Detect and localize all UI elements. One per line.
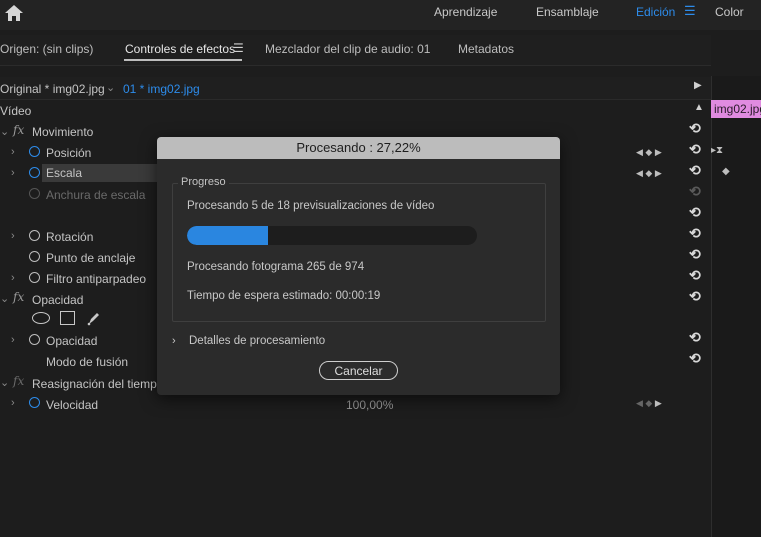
estimated-time-text: Tiempo de espera estimado: 00:00:19 [187, 290, 381, 302]
tab-metadata[interactable]: Metadatos [458, 42, 514, 56]
effect-opacidad: Opacidad [32, 293, 84, 307]
timeline-clip[interactable]: img02.jpg [711, 100, 761, 118]
stopwatch-icon[interactable] [29, 397, 40, 408]
chevron-icon[interactable]: ⌄ [0, 376, 9, 389]
stopwatch-icon[interactable] [29, 334, 40, 345]
param-posicion: Posición [46, 146, 92, 160]
param-anchura-escala: Anchura de escala [46, 188, 146, 202]
stopwatch-icon[interactable] [29, 272, 40, 283]
speed-value[interactable]: 100,00% [346, 398, 393, 412]
home-icon[interactable] [4, 4, 24, 22]
param-filtro-antiparpadeo: Filtro antiparpadeo [46, 272, 147, 286]
fx-icon[interactable]: fx [13, 290, 24, 304]
play-icon[interactable]: ▶ [694, 80, 702, 91]
effect-movimiento: Movimiento [32, 125, 94, 139]
keyframe-icon[interactable]: ◆ [722, 166, 730, 177]
reset-icon[interactable]: ⟲ [689, 288, 701, 305]
chevron-right-icon[interactable]: › [11, 272, 15, 284]
progress-group-label: Progreso [178, 176, 229, 188]
reset-icon[interactable]: ⟲ [689, 204, 701, 221]
workspace-color[interactable]: Color [715, 5, 744, 19]
video-section-label: Vídeo [0, 104, 32, 118]
reset-icon[interactable]: ⟲ [689, 225, 701, 242]
chevron-right-icon[interactable]: › [11, 167, 15, 179]
keyframe-nav-icon[interactable]: ◀ ◆ ▶ [636, 168, 662, 179]
chevron-right-icon[interactable]: › [11, 334, 15, 346]
chevron-right-icon[interactable]: › [11, 397, 15, 409]
stopwatch-icon[interactable] [29, 167, 40, 178]
workspace-edicion[interactable]: Edición [636, 5, 675, 19]
sequence-clip-label[interactable]: 01 * img02.jpg [123, 82, 200, 96]
collapse-icon[interactable]: ▲ [694, 102, 704, 113]
reset-icon[interactable]: ⟲ [689, 162, 701, 179]
frame-status-text: Procesando fotograma 265 de 974 [187, 261, 365, 273]
ellipse-mask-icon[interactable] [32, 312, 50, 324]
fx-icon: fx [13, 374, 25, 388]
param-modo-fusion: Modo de fusión [46, 355, 129, 369]
preview-status-text: Procesando 5 de 18 previsualizaciones de… [187, 200, 435, 212]
stopwatch-icon[interactable] [29, 146, 40, 157]
processing-details-toggle[interactable]: Detalles de procesamiento [189, 335, 325, 347]
pen-mask-icon[interactable] [86, 310, 102, 326]
stopwatch-icon[interactable] [29, 251, 40, 262]
reset-icon: ⟲ [689, 183, 701, 199]
progress-bar-fill [187, 226, 269, 245]
tab-audio-clip-mixer[interactable]: Mezclador del clip de audio: 01 [265, 42, 430, 56]
stopwatch-icon[interactable] [29, 230, 40, 241]
reset-icon[interactable]: ⟲ [689, 350, 701, 367]
workspace-ensamblaje[interactable]: Ensamblaje [536, 5, 599, 19]
fx-icon[interactable]: fx [13, 123, 24, 137]
param-punto-anclaje: Punto de anclaje [46, 251, 136, 265]
cancel-button[interactable]: Cancelar [319, 361, 398, 380]
master-clip-label[interactable]: Original * img02.jpg [0, 82, 105, 96]
param-rotacion: Rotación [46, 230, 94, 244]
chevron-icon[interactable]: ⌄ [0, 292, 9, 305]
reset-icon[interactable]: ⟲ [689, 267, 701, 284]
keyframe-nav-icon[interactable]: ◀ ◆ ▶ [636, 147, 662, 158]
stopwatch-icon [29, 188, 40, 199]
param-opacidad: Opacidad [46, 334, 98, 348]
reset-icon[interactable]: ⟲ [689, 120, 701, 137]
effect-reasignacion-tiempo: Reasignación del tiempo [32, 377, 164, 391]
chevron-right-icon[interactable]: › [11, 230, 15, 242]
dialog-title[interactable]: Procesando : 27,22% [157, 137, 560, 159]
workspace-aprendizaje[interactable]: Aprendizaje [434, 5, 497, 19]
chevron-right-icon[interactable]: › [11, 146, 15, 158]
active-tab-indicator [124, 59, 242, 61]
panel-menu-icon[interactable]: ☰ [233, 41, 244, 55]
rectangle-mask-icon[interactable] [60, 311, 75, 325]
chevron-right-icon[interactable]: › [172, 335, 176, 347]
reset-icon[interactable]: ⟲ [689, 141, 701, 158]
chevron-down-icon[interactable]: ⌄ [106, 81, 115, 94]
tab-effect-controls[interactable]: Controles de efectos [125, 42, 235, 56]
reset-icon[interactable]: ⟲ [689, 329, 701, 346]
param-velocidad: Velocidad [46, 398, 99, 412]
param-escala[interactable]: Escala [42, 164, 160, 182]
workspace-menu-icon[interactable]: ☰ [684, 3, 696, 19]
tab-source[interactable]: Origen: (sin clips) [0, 42, 93, 56]
playhead-icon[interactable]: ▸⧗ [711, 145, 723, 156]
progress-bar [187, 226, 477, 245]
keyframe-nav-icon[interactable]: ◀ ◆ ▶ [636, 398, 662, 409]
chevron-icon[interactable]: ⌄ [0, 125, 9, 138]
reset-icon[interactable]: ⟲ [689, 246, 701, 263]
